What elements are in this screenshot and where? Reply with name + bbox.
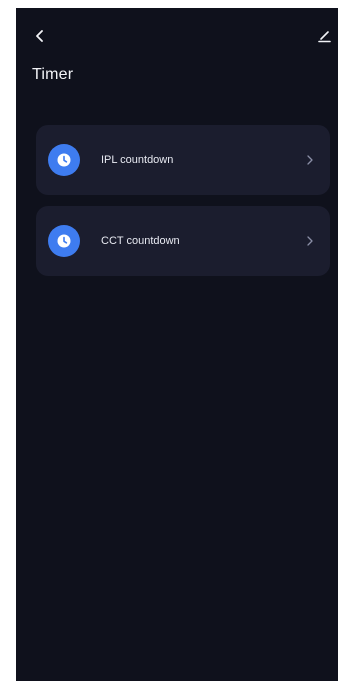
chevron-right-icon xyxy=(304,235,316,247)
timer-item-label: IPL countdown xyxy=(101,154,174,166)
timer-item-ipl-countdown[interactable]: IPL countdown xyxy=(36,125,330,195)
app-screen: Timer IPL countdown CCT countdown xyxy=(16,8,338,681)
timer-item-label: CCT countdown xyxy=(101,235,180,247)
top-bar xyxy=(16,8,338,58)
clock-icon xyxy=(48,225,80,257)
clock-icon xyxy=(48,144,80,176)
chevron-right-icon xyxy=(304,154,316,166)
chevron-left-icon xyxy=(36,30,43,42)
pencil-icon xyxy=(318,31,331,43)
page-title: Timer xyxy=(32,66,74,83)
edit-button[interactable] xyxy=(312,24,336,48)
timer-item-cct-countdown[interactable]: CCT countdown xyxy=(36,206,330,276)
back-button[interactable] xyxy=(28,24,52,48)
